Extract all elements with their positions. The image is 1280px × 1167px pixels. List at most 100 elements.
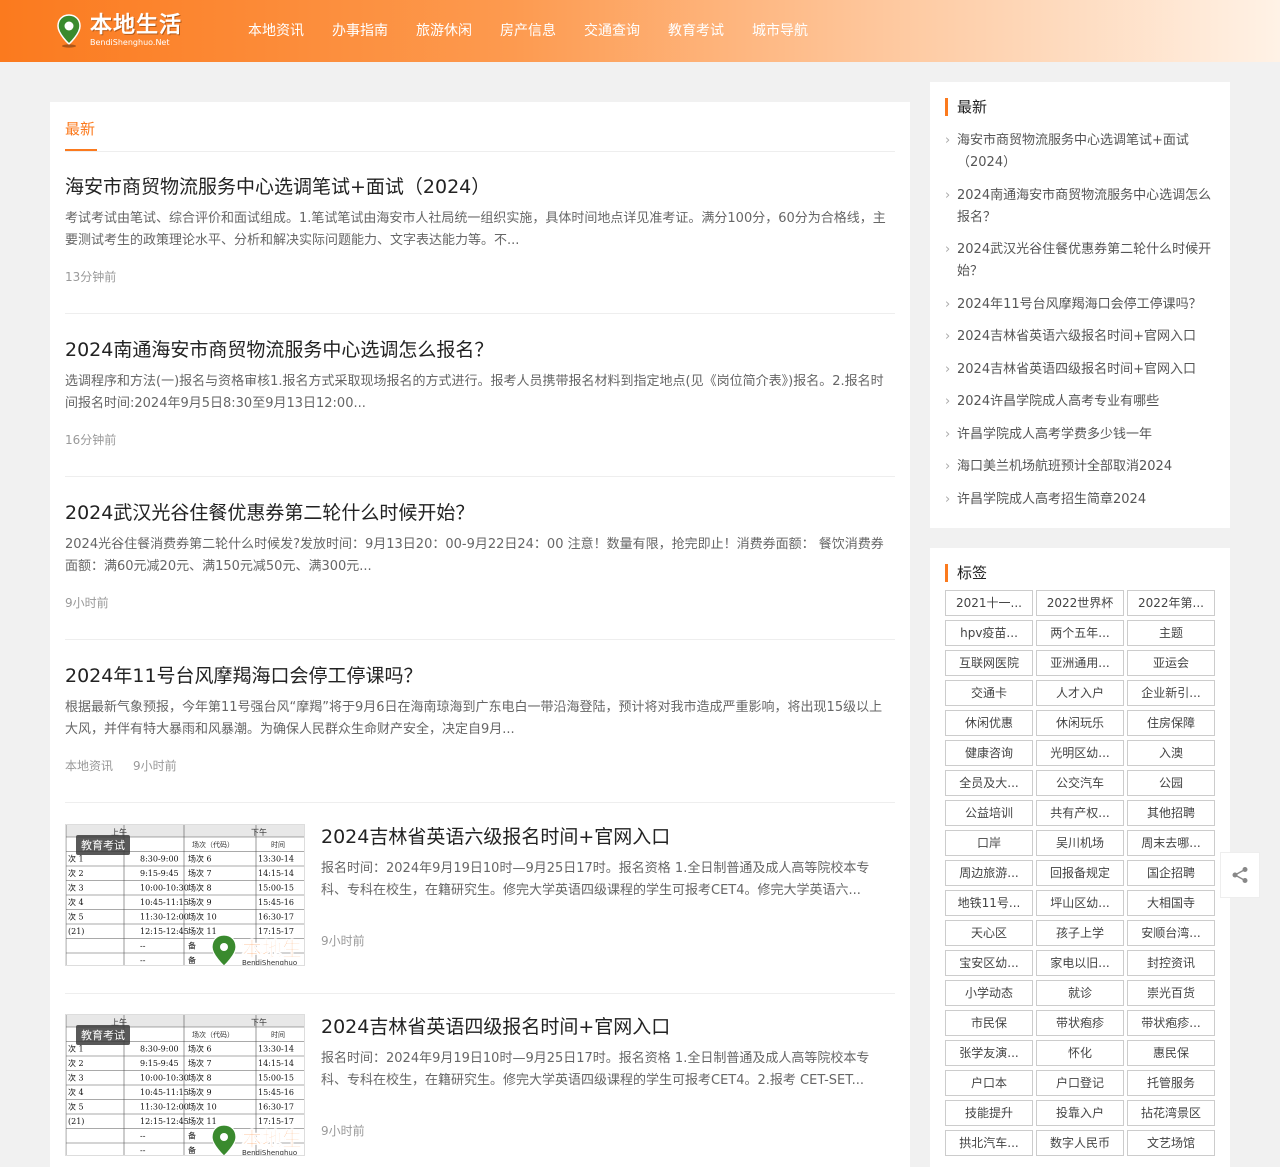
category-badge[interactable]: 教育考试 [76, 835, 130, 855]
tag-item[interactable]: 带状疱疹 [1036, 1010, 1124, 1036]
thumb-cell: 17:15-17 [258, 927, 294, 936]
tag-item[interactable]: 家电以旧... [1036, 950, 1124, 976]
tag-item[interactable]: 拈花湾景区 [1127, 1100, 1215, 1126]
tag-item[interactable]: 怀化 [1036, 1040, 1124, 1066]
tag-item[interactable]: 拱北汽车... [945, 1130, 1033, 1156]
site-logo[interactable]: 本地生活 BendiShenghuo.Net [52, 12, 192, 50]
tag-item[interactable]: 数字人民币 [1036, 1130, 1124, 1156]
tag-item[interactable]: 2021十一... [945, 590, 1033, 616]
post-item[interactable]: 2024年11号台风摩羯海口会停工停课吗？ 根据最新气象预报，今年第11号强台风… [65, 663, 895, 803]
tag-item[interactable]: 亚运会 [1127, 650, 1215, 676]
tag-item[interactable]: 技能提升 [945, 1100, 1033, 1126]
nav-item-travel[interactable]: 旅游休闲 [404, 0, 484, 62]
sidebar-latest-item[interactable]: 海口美兰机场航班预计全部取消2024 [945, 456, 1215, 478]
nav-item-housing[interactable]: 房产信息 [488, 0, 568, 62]
tag-item[interactable]: 户口本 [945, 1070, 1033, 1096]
post-title[interactable]: 2024吉林省英语六级报名时间+官网入口 [321, 824, 895, 850]
post-item[interactable]: 上午下午间场次（代码）时间次 18:30-9:00场次 613:30-14次 2… [65, 824, 895, 994]
tag-item[interactable]: 投靠入户 [1036, 1100, 1124, 1126]
post-thumbnail[interactable]: 上午下午间场次（代码）时间次 18:30-9:00场次 613:30-14次 2… [65, 824, 305, 966]
tag-item[interactable]: 回报备规定 [1036, 860, 1124, 886]
post-time: 13分钟前 [65, 270, 117, 284]
tag-item[interactable]: 健康咨询 [945, 740, 1033, 766]
tag-item[interactable]: 张学友演... [945, 1040, 1033, 1066]
nav-item-local-news[interactable]: 本地资讯 [236, 0, 316, 62]
sidebar-latest-item[interactable]: 许昌学院成人高考招生简章2024 [945, 489, 1215, 511]
post-title[interactable]: 2024武汉光谷住餐优惠券第二轮什么时候开始？ [65, 500, 895, 526]
tag-item[interactable]: 企业新引... [1127, 680, 1215, 706]
post-title[interactable]: 2024年11号台风摩羯海口会停工停课吗？ [65, 663, 895, 689]
tag-item[interactable]: 就诊 [1036, 980, 1124, 1006]
tag-item[interactable]: 宝安区幼... [945, 950, 1033, 976]
tag-item[interactable]: 崇光百货 [1127, 980, 1215, 1006]
tag-item[interactable]: 带状疱疹... [1127, 1010, 1215, 1036]
tag-item[interactable]: 坪山区幼... [1036, 890, 1124, 916]
tag-item[interactable]: 光明区幼... [1036, 740, 1124, 766]
tag-item[interactable]: 孩子上学 [1036, 920, 1124, 946]
post-item[interactable]: 2024南通海安市商贸物流服务中心选调怎么报名？ 选调程序和方法(一)报名与资格… [65, 337, 895, 477]
sidebar-latest-item[interactable]: 许昌学院成人高考学费多少钱一年 [945, 424, 1215, 446]
tag-item[interactable]: 小学动态 [945, 980, 1033, 1006]
post-title[interactable]: 2024吉林省英语四级报名时间+官网入口 [321, 1014, 895, 1040]
thumb-cell: 备 [188, 941, 196, 951]
tag-item[interactable]: 共有产权... [1036, 800, 1124, 826]
tag-item[interactable]: 亚洲通用... [1036, 650, 1124, 676]
sidebar-latest-item[interactable]: 2024南通海安市商贸物流服务中心选调怎么报名？ [945, 185, 1215, 229]
sidebar-latest-item[interactable]: 2024武汉光谷住餐优惠券第二轮什么时候开始？ [945, 239, 1215, 283]
sidebar-latest-item[interactable]: 2024许昌学院成人高考专业有哪些 [945, 391, 1215, 413]
tag-item[interactable]: 人才入户 [1036, 680, 1124, 706]
nav-item-traffic[interactable]: 交通查询 [572, 0, 652, 62]
tag-item[interactable]: 入澳 [1127, 740, 1215, 766]
tag-item[interactable]: 安顺台湾... [1127, 920, 1215, 946]
thumb-cell: 次 3 [68, 1073, 84, 1083]
nav-item-education[interactable]: 教育考试 [656, 0, 736, 62]
sidebar-latest-item[interactable]: 海安市商贸物流服务中心选调笔试+面试（2024） [945, 130, 1215, 174]
tag-item[interactable]: 其他招聘 [1127, 800, 1215, 826]
share-button[interactable] [1220, 852, 1260, 898]
tag-item[interactable]: 2022年第... [1127, 590, 1215, 616]
tag-item[interactable]: 公益培训 [945, 800, 1033, 826]
tag-item[interactable]: 国企招聘 [1127, 860, 1215, 886]
category-badge[interactable]: 教育考试 [76, 1025, 130, 1045]
tag-item[interactable]: 吴川机场 [1036, 830, 1124, 856]
tag-item[interactable]: hpv疫苗... [945, 620, 1033, 646]
tag-item[interactable]: 公交汽车 [1036, 770, 1124, 796]
post-title[interactable]: 2024南通海安市商贸物流服务中心选调怎么报名？ [65, 337, 895, 363]
tag-item[interactable]: 周边旅游... [945, 860, 1033, 886]
tag-item[interactable]: 天心区 [945, 920, 1033, 946]
tag-item[interactable]: 口岸 [945, 830, 1033, 856]
tag-item[interactable]: 2022世界杯 [1036, 590, 1124, 616]
post-category[interactable]: 本地资讯 [65, 757, 113, 774]
thumb-cell: 9:15-9:45 [140, 869, 179, 878]
tag-item[interactable]: 两个五年... [1036, 620, 1124, 646]
tag-item[interactable]: 文艺场馆 [1127, 1130, 1215, 1156]
tag-item[interactable]: 市民保 [945, 1010, 1033, 1036]
tag-item[interactable]: 交通卡 [945, 680, 1033, 706]
nav-item-guide[interactable]: 办事指南 [320, 0, 400, 62]
tag-item[interactable]: 大相国寺 [1127, 890, 1215, 916]
tag-item[interactable]: 托管服务 [1127, 1070, 1215, 1096]
sidebar-latest-item[interactable]: 2024吉林省英语六级报名时间+官网入口 [945, 326, 1215, 348]
tag-item[interactable]: 住房保障 [1127, 710, 1215, 736]
sidebar-latest-item[interactable]: 2024吉林省英语四级报名时间+官网入口 [945, 359, 1215, 381]
tag-item[interactable]: 休闲优惠 [945, 710, 1033, 736]
tag-item[interactable]: 惠民保 [1127, 1040, 1215, 1066]
post-thumbnail[interactable]: 上午下午间场次（代码）时间次 18:30-9:00场次 613:30-14次 2… [65, 1014, 305, 1156]
nav-item-city-nav[interactable]: 城市导航 [740, 0, 820, 62]
tab-latest[interactable]: 最新 [65, 118, 95, 139]
tag-item[interactable]: 互联网医院 [945, 650, 1033, 676]
tag-item[interactable]: 地铁11号... [945, 890, 1033, 916]
tag-item[interactable]: 休闲玩乐 [1036, 710, 1124, 736]
tag-item[interactable]: 主题 [1127, 620, 1215, 646]
sidebar-latest-item[interactable]: 2024年11号台风摩羯海口会停工停课吗？ [945, 294, 1215, 316]
post-item[interactable]: 海安市商贸物流服务中心选调笔试+面试（2024） 考试考试由笔试、综合评价和面试… [65, 174, 895, 314]
tag-item[interactable]: 公园 [1127, 770, 1215, 796]
tag-item[interactable]: 封控资讯 [1127, 950, 1215, 976]
post-item[interactable]: 2024武汉光谷住餐优惠券第二轮什么时候开始？ 2024光谷住餐消费券第二轮什么… [65, 500, 895, 640]
post-item[interactable]: 上午下午间场次（代码）时间次 18:30-9:00场次 613:30-14次 2… [65, 1014, 895, 1167]
tag-item[interactable]: 周末去哪... [1127, 830, 1215, 856]
thumb-cell: -- [140, 942, 146, 951]
tag-item[interactable]: 户口登记 [1036, 1070, 1124, 1096]
post-title[interactable]: 海安市商贸物流服务中心选调笔试+面试（2024） [65, 174, 895, 200]
tag-item[interactable]: 全员及大... [945, 770, 1033, 796]
